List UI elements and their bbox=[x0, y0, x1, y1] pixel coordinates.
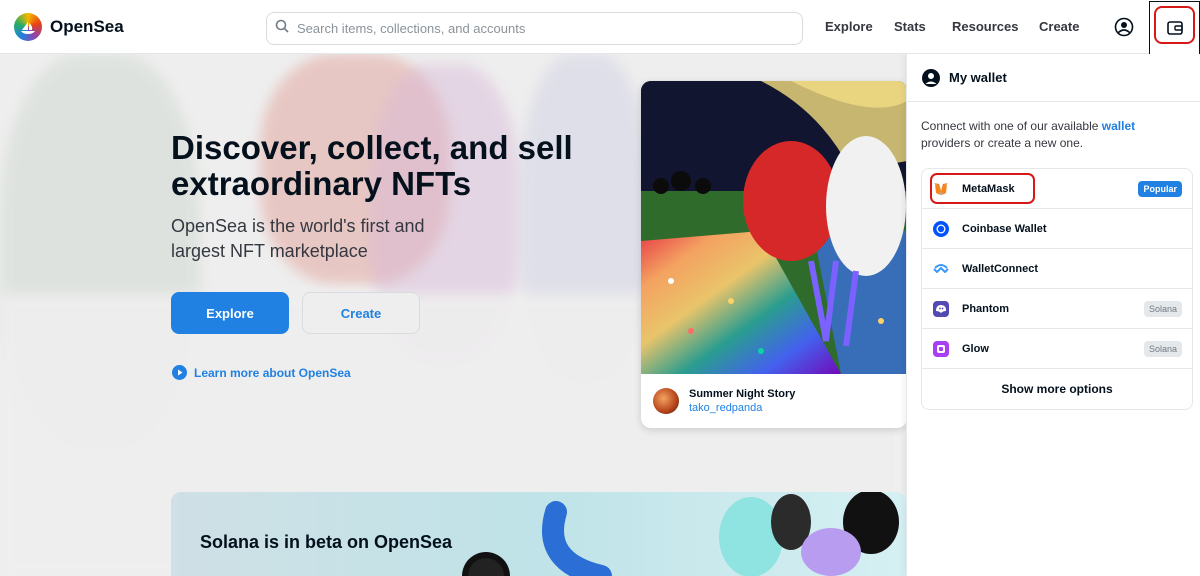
opensea-logo-icon bbox=[14, 13, 42, 41]
search-icon bbox=[275, 19, 289, 38]
wallet-provider-list: MetaMask Popular Coinbase Wallet WalletC… bbox=[921, 168, 1193, 410]
wallet-panel-header: My wallet bbox=[907, 54, 1200, 102]
solana-banner[interactable]: Solana is in beta on OpenSea bbox=[171, 492, 906, 576]
featured-nft-card[interactable]: Summer Night Story tako_redpanda bbox=[641, 81, 907, 428]
solana-badge: Solana bbox=[1143, 340, 1182, 357]
hero-subtitle: OpenSea is the world's first and largest… bbox=[171, 216, 425, 261]
featured-nft-footer: Summer Night Story tako_redpanda bbox=[641, 374, 907, 428]
explore-button[interactable]: Explore bbox=[171, 292, 289, 334]
creator-avatar[interactable] bbox=[653, 388, 679, 414]
wallet-option-phantom[interactable]: Phantom Solana bbox=[922, 289, 1192, 329]
brand-name: OpenSea bbox=[50, 17, 124, 36]
featured-nft-title[interactable]: Summer Night Story bbox=[689, 388, 795, 400]
account-icon bbox=[1114, 17, 1134, 37]
wallet-description-text: Connect with one of our available bbox=[921, 119, 1102, 133]
coinbase-icon bbox=[933, 220, 949, 237]
nav-stats[interactable]: Stats bbox=[894, 19, 926, 34]
featured-nft-author[interactable]: tako_redpanda bbox=[689, 402, 795, 414]
play-circle-icon bbox=[172, 365, 187, 380]
top-navbar: OpenSea Explore Stats Resources Create bbox=[0, 0, 1200, 54]
glow-icon bbox=[933, 340, 949, 357]
create-button[interactable]: Create bbox=[302, 292, 420, 334]
solana-badge: Solana bbox=[1143, 300, 1182, 317]
nav-explore[interactable]: Explore bbox=[825, 19, 873, 34]
wallet-option-name: Glow bbox=[962, 342, 989, 355]
featured-nft-image bbox=[641, 81, 907, 374]
metamask-highlight bbox=[930, 173, 1035, 204]
wallet-button-highlight bbox=[1154, 6, 1195, 44]
wallet-description: Connect with one of our available wallet… bbox=[921, 118, 1187, 152]
banner-title: Solana is in beta on OpenSea bbox=[200, 532, 453, 552]
opensea-logo[interactable]: OpenSea bbox=[14, 13, 124, 41]
popular-badge: Popular bbox=[1138, 180, 1182, 197]
search-bar[interactable] bbox=[266, 12, 803, 45]
learn-more-link[interactable]: Learn more about OpenSea bbox=[172, 365, 351, 380]
account-icon bbox=[922, 68, 940, 87]
phantom-ghost-icon bbox=[933, 300, 949, 317]
wallet-option-name: WalletConnect bbox=[962, 262, 1038, 275]
wallet-option-name: Coinbase Wallet bbox=[962, 222, 1047, 235]
wallet-option-walletconnect[interactable]: WalletConnect bbox=[922, 249, 1192, 289]
walletconnect-icon bbox=[933, 261, 949, 277]
wallet-option-name: Phantom bbox=[962, 302, 1010, 315]
wallet-panel: My wallet Connect with one of our availa… bbox=[906, 54, 1200, 576]
wallet-description-text: providers or create a new one. bbox=[921, 136, 1084, 150]
hero-title: Discover, collect, and sell extraordinar… bbox=[171, 129, 573, 202]
nav-resources[interactable]: Resources bbox=[952, 19, 1018, 34]
show-more-options-button[interactable]: Show more options bbox=[922, 369, 1192, 409]
wallet-option-coinbase[interactable]: Coinbase Wallet bbox=[922, 209, 1192, 249]
profile-button[interactable] bbox=[1113, 16, 1135, 38]
learn-more-label: Learn more about OpenSea bbox=[194, 365, 351, 380]
wallet-panel-title: My wallet bbox=[949, 70, 1007, 85]
wallet-help-link[interactable]: wallet bbox=[1102, 119, 1135, 133]
search-input[interactable] bbox=[297, 21, 777, 36]
nav-create[interactable]: Create bbox=[1039, 19, 1079, 34]
wallet-option-glow[interactable]: Glow Solana bbox=[922, 329, 1192, 369]
